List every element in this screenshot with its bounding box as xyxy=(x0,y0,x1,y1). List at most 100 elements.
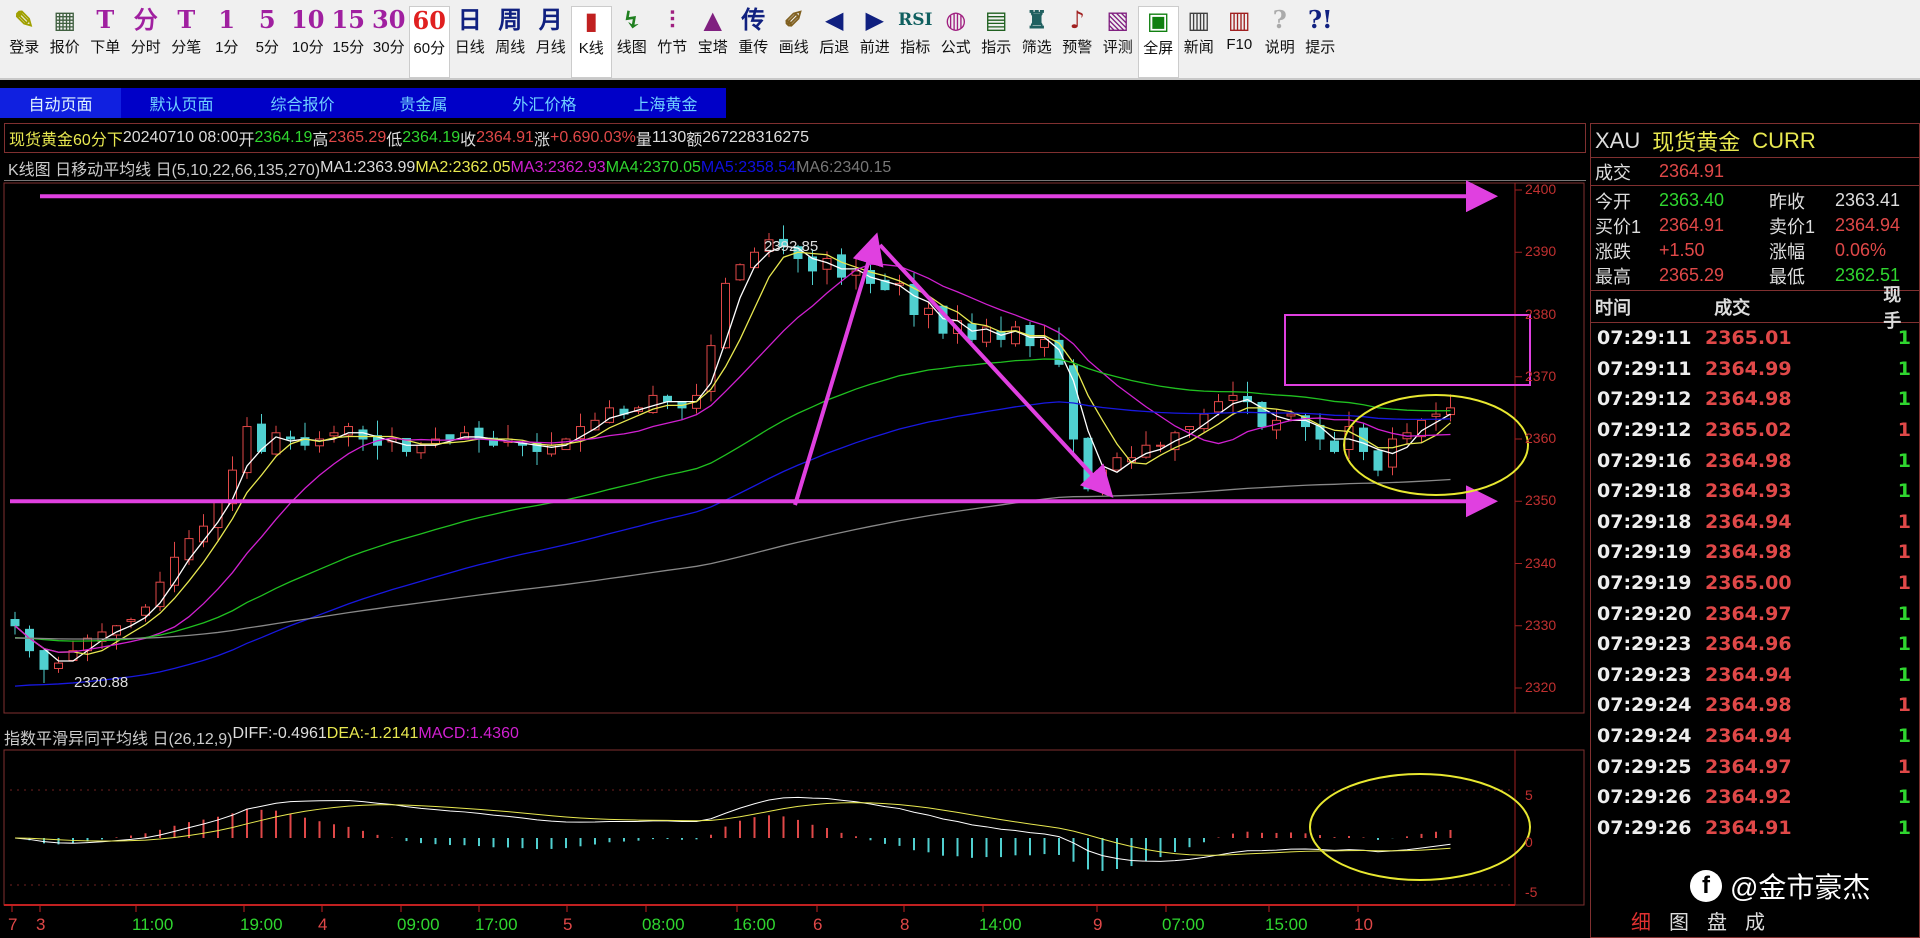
time-tick-label: 8 xyxy=(900,915,910,934)
tick-time: 07:29:11 xyxy=(1597,357,1692,380)
ma3-line xyxy=(14,263,1451,653)
candle xyxy=(329,425,339,443)
panel-tab-0[interactable]: 细 xyxy=(1631,906,1651,935)
candle xyxy=(735,263,745,281)
candle xyxy=(1040,325,1049,357)
candle xyxy=(1112,452,1122,471)
time-tick-label: 14:00 xyxy=(979,915,1022,934)
stat-row: 涨跌 +1.50 涨幅 0.06% xyxy=(1591,238,1919,263)
candle xyxy=(112,624,121,650)
kline-chart[interactable] xyxy=(0,0,1590,938)
tick-price: 2364.99 xyxy=(1705,357,1792,380)
tick-price: 2365.00 xyxy=(1705,572,1792,595)
candle xyxy=(1431,402,1441,431)
candle xyxy=(25,625,34,658)
candle xyxy=(503,425,513,447)
tick-time: 07:29:19 xyxy=(1597,572,1692,595)
stat-value: 2364.91 xyxy=(1659,215,1725,235)
tick-price: 2364.98 xyxy=(1705,541,1792,564)
time-tick-label: 3 xyxy=(36,915,46,934)
time-tick-label: 09:00 xyxy=(397,915,440,934)
tick-time: 07:29:19 xyxy=(1597,541,1692,564)
stat-row: 买价1 2364.91 卖价1 2364.94 xyxy=(1591,213,1919,238)
stat-value: +1.50 xyxy=(1659,240,1705,260)
tick-price: 2364.96 xyxy=(1705,633,1792,656)
candle xyxy=(271,425,281,456)
last-value: 2364.91 xyxy=(1659,161,1725,181)
price-tick-label: 2320 xyxy=(1525,679,1557,695)
tick-price: 2364.98 xyxy=(1705,449,1792,472)
candle xyxy=(982,318,991,348)
diff-line xyxy=(14,796,1451,862)
panel-tab-3[interactable]: 成 xyxy=(1745,906,1765,935)
candle xyxy=(1330,431,1339,454)
candle xyxy=(242,417,252,479)
macd-ytick: 0 xyxy=(1525,834,1533,850)
price-tick-label: 2380 xyxy=(1525,305,1557,322)
tick-list[interactable]: 07:29:11 2365.01 1 07:29:11 2364.99 1 07:29:12… xyxy=(1591,323,1919,843)
tick-volume: 1 xyxy=(1897,357,1911,380)
tick-volume: 1 xyxy=(1897,816,1911,839)
candle xyxy=(1025,321,1035,358)
macd-ytick: -5 xyxy=(1525,884,1538,900)
panel-tab-2[interactable]: 盘 xyxy=(1707,906,1727,935)
stat-label: 卖价1 xyxy=(1769,216,1816,237)
tick-volume: 1 xyxy=(1897,327,1911,350)
candle xyxy=(1127,446,1136,469)
watermark-text: @金市豪杰 xyxy=(1730,872,1871,903)
tick-price: 2364.94 xyxy=(1705,663,1792,686)
candle xyxy=(10,611,20,635)
candle xyxy=(750,247,759,269)
stat-value: 2363.40 xyxy=(1659,190,1725,210)
tick-row: 07:29:20 2364.97 1 xyxy=(1591,598,1919,629)
tick-row: 07:29:11 2365.01 1 xyxy=(1591,323,1919,354)
candle xyxy=(851,258,861,290)
tick-volume: 1 xyxy=(1897,541,1911,564)
tick-price: 2364.92 xyxy=(1705,786,1792,809)
price-tick-label: 2340 xyxy=(1525,554,1557,571)
tick-price: 2364.97 xyxy=(1705,755,1792,778)
candle xyxy=(97,623,107,649)
panel-tab-1[interactable]: 图 xyxy=(1669,906,1689,935)
tick-price: 2364.98 xyxy=(1705,694,1792,717)
tick-row: 07:29:25 2364.97 1 xyxy=(1591,751,1919,782)
tick-price: 2364.93 xyxy=(1705,480,1792,503)
tick-time: 07:29:18 xyxy=(1597,510,1692,533)
tick-volume: 1 xyxy=(1897,449,1911,472)
candle xyxy=(532,433,542,465)
tick-volume: 1 xyxy=(1897,419,1911,442)
ma5-line xyxy=(14,401,1451,687)
stat-label: 买价1 xyxy=(1595,216,1642,237)
tick-row: 07:29:19 2364.98 1 xyxy=(1591,537,1919,568)
time-tick-label: 16:00 xyxy=(733,915,776,934)
stat-row: 今开 2363.40 昨收 2363.41 xyxy=(1591,188,1919,213)
time-tick-label: 10 xyxy=(1354,915,1373,934)
candle xyxy=(1069,359,1078,453)
tick-time: 07:29:23 xyxy=(1597,663,1692,686)
time-tick-label: 9 xyxy=(1093,915,1103,934)
stat-value: 2363.41 xyxy=(1835,190,1901,210)
tick-volume: 1 xyxy=(1897,725,1911,748)
tick-time: 07:29:24 xyxy=(1597,694,1692,717)
tick-volume: 1 xyxy=(1897,480,1911,503)
tick-volume: 1 xyxy=(1897,572,1911,595)
macd-circle xyxy=(1309,773,1531,881)
candle xyxy=(39,649,49,684)
watermark: f @金市豪杰 xyxy=(1690,866,1870,906)
tick-time: 07:29:23 xyxy=(1597,633,1692,656)
tick-price: 2364.91 xyxy=(1705,816,1792,839)
price-tick-label: 2390 xyxy=(1525,243,1557,260)
stat-value: 2364.94 xyxy=(1835,215,1901,235)
stat-row: 最高 2365.29 最低 2362.51 xyxy=(1591,263,1919,288)
candle xyxy=(721,277,730,349)
symbol-code: XAU xyxy=(1595,127,1641,153)
tick-price: 2364.98 xyxy=(1705,388,1792,411)
tick-row: 07:29:12 2364.98 1 xyxy=(1591,384,1919,415)
tick-time: 07:29:16 xyxy=(1597,449,1692,472)
tick-time: 07:29:11 xyxy=(1597,327,1692,350)
time-tick-label: 17:00 xyxy=(475,915,518,934)
quote-panel: XAU 现货黄金 CURR 成交 2364.91 今开 2363.40 昨收 2363.… xyxy=(1590,123,1920,938)
tick-time: 07:29:26 xyxy=(1597,816,1692,839)
candle xyxy=(1228,381,1238,416)
tick-row: 07:29:24 2364.98 1 xyxy=(1591,690,1919,721)
